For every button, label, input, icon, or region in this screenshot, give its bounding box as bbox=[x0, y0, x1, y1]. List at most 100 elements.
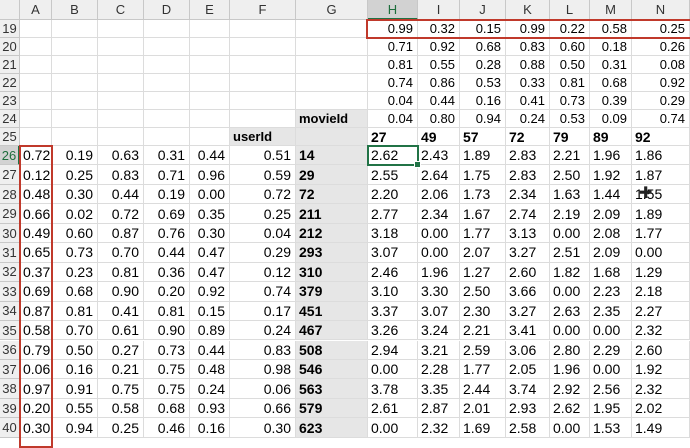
column-header-H[interactable]: H bbox=[368, 0, 418, 20]
prediction-cell[interactable]: 2.94 bbox=[368, 340, 418, 360]
id-band-cell[interactable] bbox=[296, 128, 368, 146]
empty-cell[interactable] bbox=[296, 92, 368, 110]
user-latent-cell[interactable]: 0.41 bbox=[98, 301, 144, 322]
user-latent-cell[interactable]: 0.75 bbox=[144, 379, 190, 399]
empty-cell[interactable] bbox=[20, 92, 52, 110]
row-header-33[interactable]: 33 bbox=[0, 282, 20, 302]
empty-cell[interactable] bbox=[52, 74, 98, 92]
empty-cell[interactable] bbox=[190, 38, 230, 56]
user-latent-cell[interactable]: 0.50 bbox=[52, 340, 98, 360]
empty-cell[interactable] bbox=[98, 56, 144, 74]
column-header-F[interactable]: F bbox=[230, 0, 296, 20]
prediction-cell[interactable]: 3.37 bbox=[368, 301, 418, 322]
user-latent-cell[interactable]: 0.20 bbox=[144, 282, 190, 302]
user-id-cell[interactable]: 451 bbox=[296, 301, 368, 322]
empty-cell[interactable] bbox=[52, 110, 98, 128]
prediction-cell[interactable]: 3.24 bbox=[418, 321, 460, 341]
user-latent-cell[interactable]: 0.89 bbox=[190, 321, 230, 341]
prediction-cell[interactable]: 1.82 bbox=[550, 262, 590, 283]
latent-factor-cell[interactable]: 0.18 bbox=[590, 38, 632, 56]
latent-factor-cell[interactable]: 0.81 bbox=[368, 56, 418, 74]
user-latent-cell[interactable]: 0.72 bbox=[20, 146, 52, 166]
user-latent-cell[interactable]: 0.76 bbox=[144, 223, 190, 244]
prediction-cell[interactable]: 2.07 bbox=[460, 243, 506, 263]
prediction-cell[interactable]: 1.96 bbox=[418, 262, 460, 283]
prediction-cell[interactable]: 0.00 bbox=[550, 418, 590, 438]
prediction-cell[interactable]: 3.78 bbox=[368, 379, 418, 399]
user-id-cell[interactable]: 293 bbox=[296, 243, 368, 263]
latent-factor-cell[interactable]: 0.99 bbox=[506, 20, 550, 38]
prediction-cell[interactable]: 2.64 bbox=[418, 165, 460, 185]
latent-factor-cell[interactable]: 0.71 bbox=[368, 38, 418, 56]
prediction-cell[interactable]: 2.63 bbox=[550, 301, 590, 322]
prediction-cell[interactable]: 0.00 bbox=[550, 321, 590, 341]
latent-factor-cell[interactable]: 0.73 bbox=[550, 92, 590, 110]
user-id-cell[interactable]: 14 bbox=[296, 146, 368, 166]
user-latent-cell[interactable]: 0.04 bbox=[230, 223, 296, 244]
user-latent-cell[interactable]: 0.19 bbox=[52, 146, 98, 166]
row-header-21[interactable]: 21 bbox=[0, 56, 20, 74]
latent-factor-cell[interactable]: 0.68 bbox=[590, 74, 632, 92]
prediction-cell[interactable]: 3.27 bbox=[506, 301, 550, 322]
prediction-cell[interactable]: 1.27 bbox=[460, 262, 506, 283]
prediction-cell[interactable]: 0.00 bbox=[550, 282, 590, 302]
prediction-cell[interactable]: 3.30 bbox=[418, 282, 460, 302]
empty-cell[interactable] bbox=[20, 110, 52, 128]
user-latent-cell[interactable]: 0.46 bbox=[144, 418, 190, 438]
empty-cell[interactable] bbox=[296, 38, 368, 56]
user-latent-cell[interactable]: 0.35 bbox=[190, 204, 230, 224]
row-header-24[interactable]: 24 bbox=[0, 110, 20, 128]
prediction-cell[interactable]: 0.00 bbox=[418, 243, 460, 263]
column-header-D[interactable]: D bbox=[144, 0, 190, 20]
prediction-cell[interactable]: 3.41 bbox=[506, 321, 550, 341]
user-id-cell[interactable]: 379 bbox=[296, 282, 368, 302]
prediction-cell[interactable]: 2.83 bbox=[506, 146, 550, 166]
prediction-cell[interactable]: 0.00 bbox=[418, 223, 460, 244]
user-id-cell[interactable]: 29 bbox=[296, 165, 368, 185]
prediction-cell[interactable]: 3.06 bbox=[506, 340, 550, 360]
latent-factor-cell[interactable]: 0.32 bbox=[418, 20, 460, 38]
prediction-cell[interactable]: 1.63 bbox=[550, 184, 590, 205]
user-latent-cell[interactable]: 0.48 bbox=[190, 359, 230, 380]
user-id-cell[interactable]: 579 bbox=[296, 398, 368, 419]
prediction-cell[interactable]: 2.28 bbox=[418, 359, 460, 380]
column-header-L[interactable]: L bbox=[550, 0, 590, 20]
row-header-22[interactable]: 22 bbox=[0, 74, 20, 92]
latent-factor-cell[interactable]: 0.16 bbox=[460, 92, 506, 110]
empty-cell[interactable] bbox=[144, 20, 190, 38]
row-header-37[interactable]: 37 bbox=[0, 359, 20, 380]
user-latent-cell[interactable]: 0.49 bbox=[20, 223, 52, 244]
movie-id-header[interactable]: 89 bbox=[590, 128, 632, 146]
user-latent-cell[interactable]: 0.83 bbox=[98, 165, 144, 185]
user-latent-cell[interactable]: 0.25 bbox=[230, 204, 296, 224]
empty-cell[interactable] bbox=[230, 20, 296, 38]
latent-factor-cell[interactable]: 0.53 bbox=[460, 74, 506, 92]
empty-cell[interactable] bbox=[190, 128, 230, 146]
prediction-cell[interactable]: 1.86 bbox=[632, 146, 690, 166]
prediction-cell[interactable]: 2.43 bbox=[418, 146, 460, 166]
prediction-cell[interactable]: 2.50 bbox=[460, 282, 506, 302]
user-latent-cell[interactable]: 0.44 bbox=[98, 184, 144, 205]
user-latent-cell[interactable]: 0.44 bbox=[190, 340, 230, 360]
prediction-cell[interactable]: 2.05 bbox=[506, 359, 550, 380]
empty-cell[interactable] bbox=[190, 20, 230, 38]
prediction-cell[interactable]: 1.67 bbox=[460, 204, 506, 224]
user-latent-cell[interactable]: 0.19 bbox=[144, 184, 190, 205]
prediction-cell[interactable]: 3.35 bbox=[418, 379, 460, 399]
prediction-cell[interactable]: 1.49 bbox=[632, 418, 690, 438]
select-all-corner[interactable] bbox=[0, 0, 20, 20]
user-id-cell[interactable]: 310 bbox=[296, 262, 368, 283]
empty-cell[interactable] bbox=[190, 56, 230, 74]
prediction-cell[interactable]: 2.83 bbox=[506, 165, 550, 185]
user-latent-cell[interactable]: 0.96 bbox=[190, 165, 230, 185]
user-latent-cell[interactable]: 0.44 bbox=[190, 146, 230, 166]
user-latent-cell[interactable]: 0.21 bbox=[98, 359, 144, 380]
prediction-cell[interactable]: 2.23 bbox=[590, 282, 632, 302]
user-latent-cell[interactable]: 0.98 bbox=[230, 359, 296, 380]
column-header-J[interactable]: J bbox=[460, 0, 506, 20]
column-header-B[interactable]: B bbox=[52, 0, 98, 20]
user-latent-cell[interactable]: 0.93 bbox=[190, 398, 230, 419]
prediction-cell[interactable]: 3.27 bbox=[506, 243, 550, 263]
latent-factor-cell[interactable]: 0.81 bbox=[550, 74, 590, 92]
prediction-cell[interactable]: 1.77 bbox=[632, 223, 690, 244]
